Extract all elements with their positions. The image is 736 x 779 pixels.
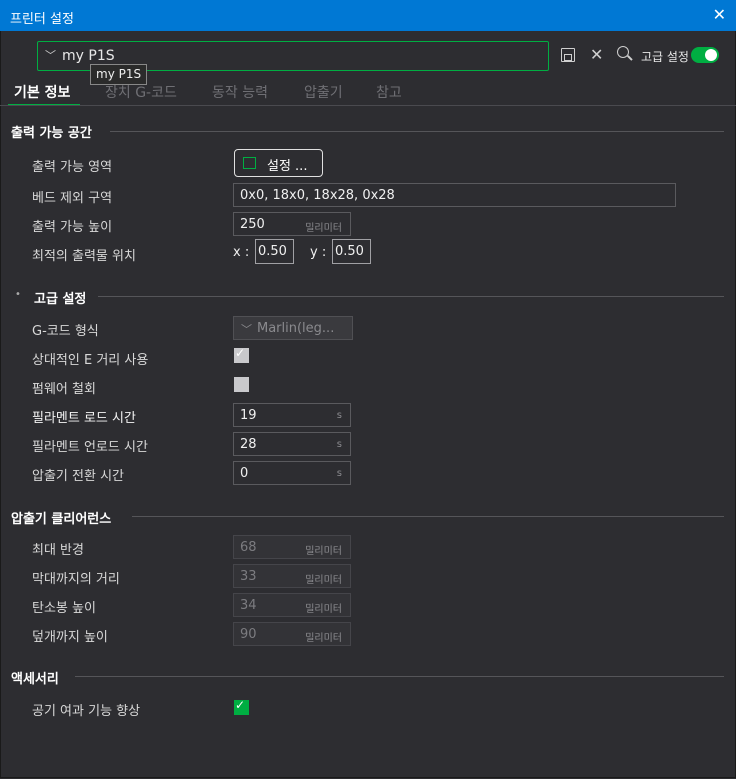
check-icon: ✓ — [235, 698, 246, 712]
advanced-toggle[interactable] — [691, 47, 719, 63]
printable-height-label: 출력 가능 높이 — [32, 220, 113, 235]
extruder-change-time-label: 압출기 전환 시간 — [32, 469, 124, 484]
unit-label: s — [336, 468, 342, 479]
window-frame — [0, 31, 736, 778]
gcode-flavor-select[interactable]: ﹀ Marlin(leg... — [233, 316, 353, 340]
tab-notes[interactable]: 참고 — [376, 82, 402, 102]
unit-label: 밀리미터 — [305, 223, 342, 234]
firmware-retract-label: 펌웨어 철회 — [32, 382, 96, 397]
section-divider — [98, 296, 724, 297]
toggle-knob — [705, 49, 717, 61]
carbon-rod-height-field: 34 밀리미터 — [233, 593, 351, 617]
bed-exclude-value: 0x0, 18x0, 18x28, 0x28 — [240, 188, 395, 203]
printable-height-field[interactable]: 250 밀리미터 — [233, 212, 351, 236]
gcode-flavor-label: G-코드 형식 — [32, 324, 99, 339]
section-advanced: 고급 설정 — [34, 292, 87, 307]
chevron-down-icon: ﹀ — [45, 49, 56, 62]
x-label: x : — [233, 245, 250, 260]
best-position-y-field[interactable]: 0.50 — [332, 239, 371, 264]
firmware-retract-checkbox[interactable] — [234, 377, 249, 392]
lid-height-field: 90 밀리미터 — [233, 622, 351, 646]
save-icon[interactable] — [561, 48, 575, 62]
title-bar: 프린터 설정 ✕ — [0, 0, 736, 31]
tab-bar: 기본 정보 장치 G-코드 동작 능력 압출기 참고 — [0, 80, 736, 106]
max-radius-field: 68 밀리미터 — [233, 535, 351, 559]
air-filtration-checkbox[interactable]: ✓ — [234, 698, 249, 715]
unit-label: s — [336, 410, 342, 421]
section-accessory: 액세서리 — [11, 672, 59, 687]
rod-distance-label: 막대까지의 거리 — [32, 572, 120, 587]
unit-label: s — [336, 439, 342, 450]
section-divider — [110, 131, 724, 132]
rod-distance-value: 33 — [240, 569, 257, 584]
max-radius-label: 최대 반경 — [32, 543, 84, 558]
bed-exclude-label: 베드 제외 구역 — [32, 191, 113, 206]
unit-label: 밀리미터 — [305, 546, 342, 557]
section-divider — [132, 516, 724, 517]
section-extruder-clearance: 압출기 클리어런스 — [11, 512, 112, 527]
lid-height-value: 90 — [240, 627, 257, 642]
section-printable-space: 출력 가능 공간 — [11, 126, 92, 141]
extruder-change-time-field[interactable]: 0 s — [233, 461, 351, 485]
filament-unload-time-value: 28 — [240, 437, 257, 452]
gcode-flavor-value: Marlin(leg... — [257, 321, 335, 336]
preset-name: my P1S — [62, 48, 115, 64]
best-position-x-value: 0.50 — [258, 244, 287, 259]
section-bullet: • — [15, 289, 21, 300]
best-position-label: 최적의 출력물 위치 — [32, 249, 136, 264]
relative-e-label: 상대적인 E 거리 사용 — [32, 353, 149, 368]
carbon-rod-height-value: 34 — [240, 598, 257, 613]
filament-load-time-value: 19 — [240, 408, 257, 423]
y-label: y : — [310, 245, 327, 260]
filament-load-time-label: 필라멘트 로드 시간 — [32, 411, 136, 426]
window-title: 프린터 설정 — [10, 12, 74, 27]
filament-unload-time-field[interactable]: 28 s — [233, 432, 351, 456]
advanced-toggle-label: 고급 설정 — [641, 50, 689, 64]
unit-label: 밀리미터 — [305, 604, 342, 615]
rod-distance-field: 33 밀리미터 — [233, 564, 351, 588]
filament-unload-time-label: 필라멘트 언로드 시간 — [32, 440, 148, 455]
tab-machine-gcode[interactable]: 장치 G-코드 — [105, 82, 177, 102]
search-icon[interactable] — [617, 46, 629, 58]
carbon-rod-height-label: 탄소봉 높이 — [32, 601, 96, 616]
lid-height-label: 덮개까지 높이 — [32, 630, 108, 645]
printable-area-label: 출력 가능 영역 — [32, 160, 113, 175]
best-position-x-field[interactable]: 0.50 — [255, 239, 294, 264]
air-filtration-label: 공기 여과 기능 향상 — [32, 704, 141, 719]
setup-button-label: 설정 ... — [267, 159, 308, 174]
chevron-down-icon: ﹀ — [241, 323, 252, 336]
printable-area-setup-button[interactable]: 설정 ... — [234, 149, 323, 177]
extruder-change-time-value: 0 — [240, 466, 249, 481]
tab-divider — [0, 105, 736, 106]
tab-motion-ability[interactable]: 동작 능력 — [212, 82, 268, 102]
check-icon: ✓ — [235, 346, 246, 360]
relative-e-checkbox[interactable]: ✓ — [234, 346, 249, 363]
printable-height-value: 250 — [240, 217, 265, 232]
unit-label: 밀리미터 — [305, 633, 342, 644]
close-icon[interactable]: ✕ — [713, 5, 726, 24]
bed-exclude-field[interactable]: 0x0, 18x0, 18x28, 0x28 — [233, 183, 676, 207]
tab-extruder[interactable]: 압출기 — [304, 82, 343, 102]
max-radius-value: 68 — [240, 540, 257, 555]
delete-icon[interactable]: ✕ — [590, 45, 603, 64]
unit-label: 밀리미터 — [305, 575, 342, 586]
filament-load-time-field[interactable]: 19 s — [233, 403, 351, 427]
best-position-y-value: 0.50 — [335, 244, 364, 259]
setup-icon — [243, 157, 256, 169]
tab-basic-info[interactable]: 기본 정보 — [14, 82, 70, 102]
section-divider — [75, 676, 724, 677]
